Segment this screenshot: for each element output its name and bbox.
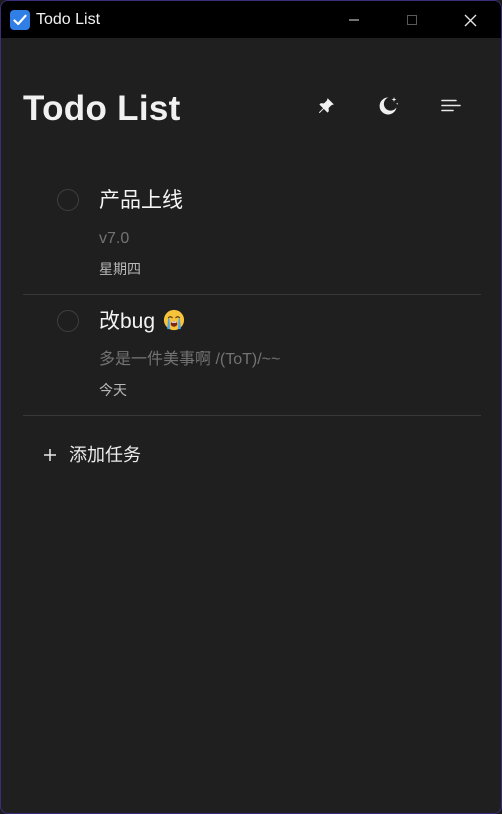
maximize-button[interactable] [383,1,441,38]
task-due-date: 今天 [99,382,127,398]
checkbox-icon [10,10,30,30]
moon-stars-icon [379,97,399,115]
minimize-icon [349,19,359,21]
title-bar[interactable]: Todo List [1,1,501,38]
window-title: Todo List [36,11,101,28]
pin-button[interactable] [309,89,343,123]
close-icon [464,14,477,27]
theme-toggle-button[interactable] [371,89,405,123]
add-task-label: 添加任务 [69,445,141,465]
menu-icon [441,99,461,112]
task-checkbox[interactable] [57,189,79,211]
task-title: 改bug [99,310,156,333]
plus-icon [44,449,56,461]
task-note: v7.0 [99,230,130,247]
pin-icon [318,98,334,114]
maximize-icon [407,15,417,25]
minimize-button[interactable] [325,1,383,38]
task-note: 多是一件美事啊 /(ToT)/~~ [99,351,281,368]
task-item[interactable]: 改bug 多是一件美事啊 /(ToT)/~~ 今天 [1,294,501,414]
add-task-button[interactable]: 添加任务 [37,438,197,472]
task-title: 产品上线 [99,189,183,212]
task-title-row: 改bug [99,308,185,336]
page-title: Todo List [23,89,181,128]
app-window: Todo List Todo List 产品上线 v7.0 星期四 改bug 多… [0,0,502,814]
task-due-date: 星期四 [99,261,141,277]
menu-button[interactable] [434,89,468,123]
close-button[interactable] [441,1,499,38]
task-checkbox[interactable] [57,310,79,332]
task-item[interactable]: 产品上线 v7.0 星期四 [1,173,501,293]
crying-face-emoji-icon [163,309,185,331]
divider [23,415,481,416]
